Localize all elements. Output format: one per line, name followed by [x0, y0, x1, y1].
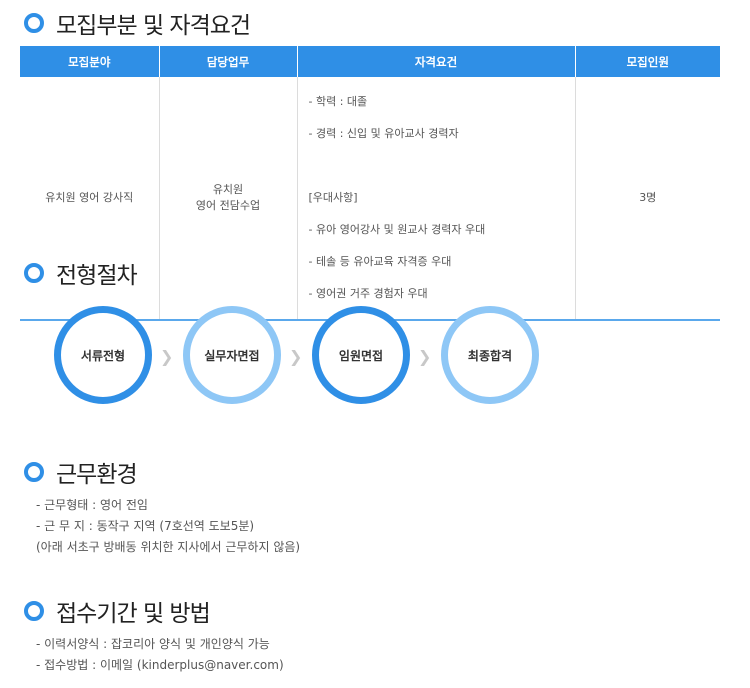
environment-line: (아래 서초구 방배동 위치한 지사에서 근무하지 않음) — [36, 540, 301, 554]
section-title-environment: 근무환경 — [24, 455, 138, 489]
header-field: 모집분야 — [20, 46, 159, 77]
step-practical-interview: 실무자면접 — [183, 306, 281, 404]
qualification-line: [우대사항] — [308, 191, 358, 204]
cell-duty: 유치원 영어 전담수업 — [158, 77, 297, 320]
job-posting-page: 모집부분 및 자격요건 모집분야 담당업무 자격요건 모집인원 유치원 영어 강… — [0, 0, 750, 688]
application-info: - 이력서양식 : 잡코리아 양식 및 개인양식 가능 - 접수방법 : 이메일… — [36, 634, 284, 676]
circle-bullet-icon — [24, 462, 44, 482]
qualification-line — [309, 158, 574, 174]
cell-qualifications: - 학력 : 대졸 - 경력 : 신입 및 유아교사 경력자 [우대사항] - … — [296, 77, 575, 320]
qualification-line: - 유아 영어강사 및 원교사 경력자 우대 — [308, 223, 486, 236]
step-document-screening: 서류전형 — [54, 306, 152, 404]
section-title-application: 접수기간 및 방법 — [24, 594, 211, 628]
qualification-line: - 영어권 거주 경험자 우대 — [308, 287, 428, 300]
section-title-recruit: 모집부분 및 자격요건 — [24, 6, 251, 40]
application-line: - 이력서양식 : 잡코리아 양식 및 개인양식 가능 — [36, 637, 270, 651]
chevron-right-icon: ❯ — [160, 347, 174, 366]
duty-line: 영어 전담수업 — [195, 199, 261, 212]
chevron-right-icon: ❯ — [289, 347, 303, 366]
environment-line: - 근무형태 : 영어 전임 — [36, 498, 148, 512]
step-final-acceptance: 최종합격 — [441, 306, 539, 404]
environment-info: - 근무형태 : 영어 전임 - 근 무 지 : 동작구 지역 (7호선역 도보… — [36, 495, 300, 558]
circle-bullet-icon — [24, 601, 44, 621]
cell-count: 3명 — [574, 77, 720, 320]
qualification-line: - 테솔 등 유아교육 자격증 우대 — [308, 255, 452, 268]
environment-line: - 근 무 지 : 동작구 지역 (7호선역 도보5분) — [36, 519, 255, 533]
process-steps: 서류전형 ❯ 실무자면접 ❯ 임원면접 ❯ 최종합격 — [54, 306, 554, 404]
table-header-row: 모집분야 담당업무 자격요건 모집인원 — [20, 46, 720, 77]
chevron-right-icon: ❯ — [418, 347, 432, 366]
header-qualifications: 자격요건 — [296, 46, 575, 77]
application-line: - 접수방법 : 이메일 (kinderplus@naver.com) — [36, 658, 284, 672]
header-duty: 담당업무 — [158, 46, 297, 77]
qualification-line: - 경력 : 신입 및 유아교사 경력자 — [308, 127, 459, 140]
circle-bullet-icon — [24, 13, 44, 33]
section-title-process: 전형절차 — [24, 256, 138, 290]
step-executive-interview: 임원면접 — [312, 306, 410, 404]
qualification-line: - 학력 : 대졸 — [308, 95, 368, 108]
header-count: 모집인원 — [574, 46, 720, 77]
circle-bullet-icon — [24, 263, 44, 283]
duty-line: 유치원 — [212, 183, 244, 196]
